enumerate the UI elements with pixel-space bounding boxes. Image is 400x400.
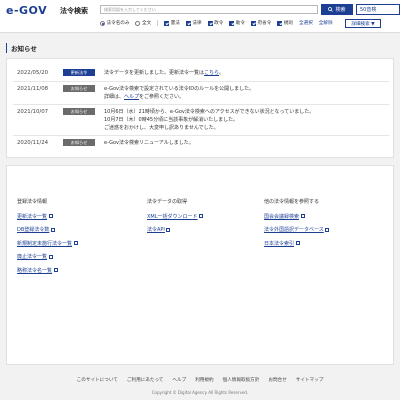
- notice-badge: お知らせ: [63, 139, 95, 146]
- search-button[interactable]: 検索: [321, 4, 353, 15]
- notices-panel: 2022/05/20 更新法令 法令データを更新しました。更新法令一覧はこちら。…: [6, 58, 394, 158]
- copyright: Copyright © Digital Agency All Rights Re…: [151, 390, 249, 395]
- column-title: 登録法令情報: [17, 199, 48, 205]
- select-all-link[interactable]: 全選択: [299, 20, 313, 26]
- search-placeholder: 検索用語を入力してください: [104, 7, 156, 12]
- type-horitsu[interactable]: 法律: [185, 20, 202, 26]
- checkbox-icon: [207, 20, 213, 26]
- search-input[interactable]: 検索用語を入力してください: [100, 5, 318, 14]
- type-fushorei[interactable]: 府省令: [251, 20, 271, 26]
- diet-records-link[interactable]: 国会会議録検索: [264, 213, 329, 220]
- search-icon: [328, 7, 334, 12]
- resources-panel: 登録法令情報 更新法令一覧 DB登録法令数 新規制定未施行法令一覧 廃止法令一覧…: [6, 165, 394, 365]
- notice-text: e-Gov法令検索リニューアルしました。: [104, 140, 194, 146]
- external-link-icon: [53, 268, 58, 272]
- type-kisoku[interactable]: 規則: [277, 20, 293, 26]
- registered-laws-column: 登録法令情報 更新法令一覧 DB登録法令数 新規制定未施行法令一覧 廃止法令一覧…: [17, 198, 78, 281]
- radio-icon: [100, 20, 105, 26]
- footer-link-contact[interactable]: お問合せ: [268, 377, 286, 383]
- external-link-icon: [48, 254, 53, 259]
- help-link[interactable]: ヘルプ: [124, 94, 139, 100]
- checkbox-icon: [185, 20, 191, 26]
- footer-link-usage[interactable]: ご利用にあたって: [127, 377, 164, 383]
- footer-link-help[interactable]: ヘルプ: [172, 377, 186, 383]
- external-link-icon: [73, 241, 78, 245]
- footer-links: このサイトについて ご利用にあたって ヘルプ 利用規約 個人情報取扱方針 お問合…: [0, 377, 400, 383]
- kana-search-button[interactable]: 50音検: [356, 4, 400, 15]
- notice-date: 2020/11/24: [17, 140, 49, 146]
- search-button-label: 検索: [335, 7, 346, 13]
- divider: [13, 81, 389, 82]
- notices-heading: お知らせ: [6, 43, 37, 53]
- checkbox-icon: [229, 20, 235, 26]
- updated-laws-list-link[interactable]: 更新法令一覧: [17, 213, 78, 220]
- notice-date: 2021/10/07: [17, 109, 49, 115]
- external-link-icon: [166, 227, 171, 232]
- law-api-link[interactable]: 法令API: [147, 227, 203, 233]
- divider: [157, 20, 159, 26]
- notice-badge: 更新法令: [63, 69, 95, 76]
- external-link-icon: [295, 241, 300, 245]
- search-options: 法令名のみ 全文 憲法 法律 政令 勅令 府省令 規則 全選択 全解除: [100, 19, 333, 27]
- site-footer: このサイトについて ご利用にあたって ヘルプ 利用規約 個人情報取扱方針 お問合…: [0, 372, 400, 400]
- scope-title-only[interactable]: 法令名のみ: [100, 20, 129, 26]
- scope-fulltext[interactable]: 全文: [135, 20, 151, 26]
- external-link-icon: [325, 227, 330, 232]
- notice-badge: お知らせ: [63, 108, 95, 115]
- radio-icon: [135, 20, 141, 26]
- notice-text: 10月6日（水）21時頃から、e-Gov法令検索へのアクセスができない状況となっ…: [104, 109, 315, 131]
- deselect-all-link[interactable]: 全解除: [319, 20, 333, 26]
- abbreviated-names-link[interactable]: 略称法令名一覧: [17, 267, 78, 274]
- footer-link-about[interactable]: このサイトについて: [77, 377, 118, 383]
- updated-laws-link[interactable]: こちら: [204, 70, 219, 76]
- unenforced-laws-link[interactable]: 新規制定未施行法令一覧: [17, 240, 78, 247]
- divider: [13, 104, 389, 105]
- checkbox-icon: [251, 20, 256, 26]
- type-chokurei[interactable]: 勅令: [229, 20, 245, 26]
- law-index-link[interactable]: 日本法令索引: [264, 240, 329, 247]
- site-title[interactable]: 法令検索: [60, 6, 88, 16]
- footer-link-terms[interactable]: 利用規約: [195, 377, 213, 383]
- notice-badge: お知らせ: [63, 85, 95, 92]
- notice-date: 2021/11/08: [17, 86, 49, 92]
- xml-download-link[interactable]: XML一括ダウンロード: [147, 213, 204, 220]
- other-info-column: 他の法令情報を参照する 国会会議録検索 法令外国語訳データベース 日本法令索引: [264, 198, 330, 254]
- divider: [13, 135, 389, 136]
- footer-link-privacy[interactable]: 個人情報取扱方針: [223, 377, 260, 383]
- egov-logo[interactable]: e-GOV: [6, 4, 47, 17]
- law-data-column: 法令データの取得 XML一括ダウンロード 法令API: [147, 198, 204, 240]
- translation-db-link[interactable]: 法令外国語訳データベース: [264, 227, 330, 233]
- site-header: e-GOV 法令検索 検索用語を入力してください 検索 50音検 法令名のみ 全…: [0, 0, 400, 33]
- footer-link-sitemap[interactable]: サイトマップ: [296, 377, 324, 383]
- db-law-count-link[interactable]: DB登録法令数: [17, 227, 78, 233]
- external-link-icon: [48, 214, 53, 218]
- column-title: 法令データの取得: [147, 199, 188, 205]
- external-link-icon: [50, 227, 55, 232]
- repealed-laws-link[interactable]: 廃止法令一覧: [17, 254, 78, 260]
- external-link-icon: [199, 214, 204, 218]
- external-link-icon: [300, 214, 305, 218]
- column-title: 他の法令情報を参照する: [264, 199, 320, 205]
- detail-search-button[interactable]: 詳細検索 ▼: [345, 19, 381, 28]
- notice-text: 法令データを更新しました。更新法令一覧はこちら。: [104, 70, 225, 76]
- type-seirei[interactable]: 政令: [207, 20, 223, 26]
- checkbox-icon: [164, 20, 170, 26]
- type-kenpo[interactable]: 憲法: [164, 20, 180, 26]
- checkbox-icon: [277, 20, 283, 26]
- notice-text: e-Gov法令検索で設定されている法令IDのルールを公開しました。 詳細は、ヘル…: [104, 86, 255, 100]
- notice-date: 2022/05/20: [17, 70, 49, 76]
